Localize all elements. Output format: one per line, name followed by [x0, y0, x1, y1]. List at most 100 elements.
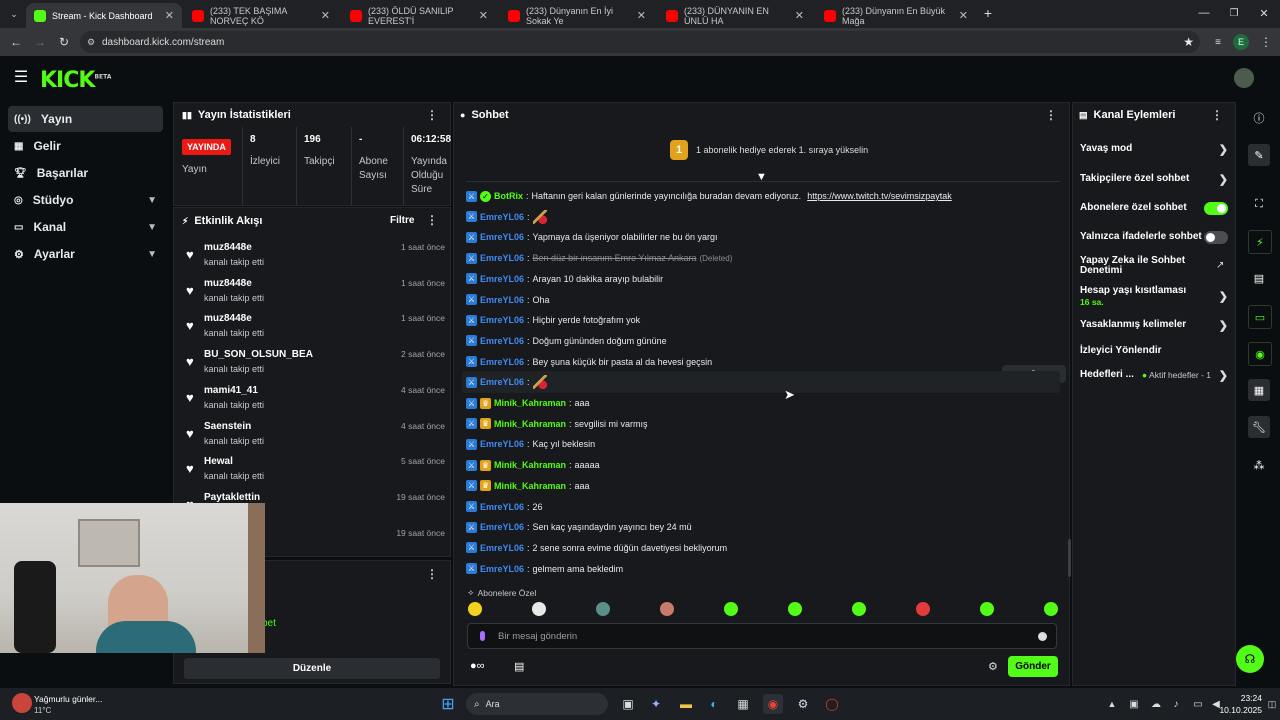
more-options-icon[interactable]: ⋮	[1211, 108, 1223, 122]
chat-settings-icon[interactable]: ⚙	[988, 660, 998, 673]
back-icon[interactable]: ←	[8, 34, 24, 50]
new-tab-icon[interactable]: +	[980, 5, 996, 21]
window-close-icon[interactable]: ✕	[1256, 5, 1272, 21]
send-button[interactable]: Gönder	[1008, 656, 1058, 677]
windows-start-icon[interactable]: ⊞	[438, 694, 458, 714]
activity-feed-item[interactable]: ♥ muz8448e kanalı takip etti 1 saat önce	[180, 242, 445, 276]
account-age-item[interactable]: Hesap yaşı kısıtlaması ❯ 16 sa.	[1080, 285, 1228, 309]
chat-message[interactable]: ⚔ EmreYL06: Yapmaya da üşeniyor olabilirle…	[466, 229, 718, 245]
tab-youtube-5[interactable]: (233) Dünyanın En Büyük Mağa ✕	[816, 3, 976, 28]
chat-message[interactable]: ⚔ EmreYL06: Hiçbir yerde fotoğrafım yok	[466, 312, 640, 328]
info-icon[interactable]: ⓘ	[1248, 107, 1270, 129]
gift-leaderboard-banner[interactable]: 1 1 abonelik hediye ederek 1. sıraya yük…	[670, 140, 868, 160]
profile-avatar[interactable]: E	[1233, 34, 1249, 50]
chat-username[interactable]: Minik_Kahraman	[494, 419, 566, 429]
reload-icon[interactable]: ↻	[56, 34, 72, 50]
support-headset-icon[interactable]: ☊	[1236, 645, 1264, 673]
maximize-icon[interactable]: ❐	[1226, 5, 1242, 21]
chat-username[interactable]: EmreYL06	[480, 253, 524, 263]
emote-icon[interactable]	[596, 602, 610, 616]
edge-icon[interactable]: ◐	[704, 694, 724, 714]
chat-message[interactable]: ⚔ EmreYL06: Sen kaç yaşındaydın yayıncı be…	[466, 519, 692, 535]
nav-item-basarilar[interactable]: 🏆︎ Başarılar	[8, 160, 163, 186]
chat-input[interactable]: Bir mesaj gönderin	[467, 623, 1057, 649]
chat-message[interactable]: ⚔ EmreYL06: Arayan 10 dakika arayıp bulabi…	[466, 271, 663, 287]
chat-username[interactable]: EmreYL06	[480, 357, 524, 367]
close-icon[interactable]: ✕	[637, 9, 646, 22]
activity-feed-item[interactable]: ♥ Hewal kanalı takip etti 5 saat önce	[180, 456, 445, 490]
media-controls-icon[interactable]: ≡	[1210, 34, 1226, 50]
site-info-icon[interactable]: ⚙	[80, 37, 102, 48]
taskbar-search[interactable]: ⌕ Ara	[466, 693, 608, 715]
chat-username[interactable]: EmreYL06	[480, 377, 524, 387]
chat-username[interactable]: EmreYL06	[480, 336, 524, 346]
chat-message[interactable]: ⚔ EmreYL06:2 sene sonra evime düğün davet…	[466, 540, 727, 556]
chat-message[interactable]: ⚔ ♛ Minik_Kahraman: aaaaa	[466, 457, 600, 473]
emote-icon[interactable]	[724, 602, 738, 616]
chat-message[interactable]: ⚔ ♛ Minik_Kahraman: aaa	[466, 478, 590, 494]
activity-feed-item[interactable]: ♥ Saenstein kanalı takip etti 4 saat önce	[180, 421, 445, 455]
more-options-icon[interactable]: ⋮	[426, 213, 438, 227]
chat-username[interactable]: EmreYL06	[480, 439, 524, 449]
hamburger-menu-icon[interactable]: ☰	[12, 68, 30, 86]
broadcast-icon[interactable]: ◉	[1248, 342, 1272, 366]
emote-icon[interactable]	[980, 602, 994, 616]
tab-kick-dashboard[interactable]: Stream - Kick Dashboard ✕	[26, 3, 182, 28]
chat-message[interactable]: ⚔ EmreYL06: Kaç yıl beklesin	[466, 436, 595, 452]
chat-icon[interactable]: ▭	[1248, 305, 1272, 329]
emotes-only-toggle[interactable]	[1204, 231, 1228, 244]
steam-icon[interactable]: ⚙	[793, 694, 813, 714]
chat-link[interactable]: https://www.twitch.tv/sevimsizpaytak	[807, 191, 952, 201]
clock-date[interactable]: 10.10.2025	[1214, 705, 1262, 715]
tray-overflow-icon[interactable]: ▲	[1102, 694, 1122, 714]
nav-item-gelir[interactable]: ▦ Gelir	[8, 133, 163, 159]
wrench-icon[interactable]: 🔧︎	[1248, 416, 1270, 438]
chat-username[interactable]: Minik_Kahraman	[494, 481, 566, 491]
nav-item-ayarlar[interactable]: ⚙ Ayarlar ▼	[8, 241, 163, 267]
more-options-icon[interactable]: ⋮	[1045, 108, 1057, 122]
viewer-redirect-item[interactable]: İzleyici Yönlendir	[1080, 345, 1228, 359]
close-icon[interactable]: ✕	[479, 9, 488, 22]
forward-icon[interactable]: →	[32, 34, 48, 50]
chat-message[interactable]: ⚔ EmreYL06:	[466, 209, 547, 225]
bookmark-star-icon[interactable]: ★	[1183, 35, 1194, 49]
tab-search-icon[interactable]: ⌄	[6, 6, 22, 22]
panel-icon[interactable]: ▦	[1248, 379, 1270, 401]
opera-icon[interactable]: ◯	[822, 694, 842, 714]
kick-logo[interactable]: KICKBETA	[40, 68, 111, 93]
filter-button[interactable]: Filtre	[390, 215, 414, 226]
nav-item-kanal[interactable]: ▭ Kanal ▼	[8, 214, 163, 240]
chat-username[interactable]: EmreYL06	[480, 274, 524, 284]
tab-youtube-1[interactable]: (233) TEK BAŞIMA NORVEÇ KÖ ✕	[184, 3, 338, 28]
drag-dots-icon[interactable]: ⁂	[1248, 454, 1270, 476]
activity-feed-item[interactable]: ♥ muz8448e kanalı takip etti 1 saat önce	[180, 278, 445, 312]
banned-words-item[interactable]: Yasaklanmış kelimeler ❯	[1080, 319, 1228, 333]
chrome-icon[interactable]: ◉	[763, 694, 783, 714]
emote-icon[interactable]	[468, 602, 482, 616]
emote-icon[interactable]	[788, 602, 802, 616]
nav-item-studyo[interactable]: ◎ Stüdyo ▼	[8, 187, 163, 213]
chat-message[interactable]: ⚔ EmreYL06: Ben düz bir insanım Emre Yılma…	[466, 250, 732, 266]
emote-icon[interactable]	[532, 602, 546, 616]
activity-feed-item[interactable]: ♥ mami41_41 kanalı takip etti 4 saat önce	[180, 385, 445, 419]
tab-youtube-2[interactable]: (233) ÖLDÜ SANILIP EVEREST'İ ✕	[342, 3, 496, 28]
slow-mode-item[interactable]: Yavaş mod ❯	[1080, 143, 1228, 157]
close-icon[interactable]: ✕	[165, 9, 174, 22]
chat-message[interactable]: ⚔ EmreYL06:	[466, 374, 547, 390]
fullscreen-icon[interactable]: ⛶	[1248, 193, 1270, 215]
followers-only-item[interactable]: Takipçilere özel sohbet ❯	[1080, 173, 1228, 187]
pencil-icon[interactable]: ✎	[1248, 144, 1270, 166]
chat-username[interactable]: BotRix	[494, 191, 523, 201]
chat-message[interactable]: ⚔ EmreYL06: Oha	[466, 292, 550, 308]
chat-username[interactable]: Minik_Kahraman	[494, 460, 566, 470]
tab-youtube-3[interactable]: (233) Dünyanın En İyi Sokak Ye ✕	[500, 3, 654, 28]
minimize-icon[interactable]: —	[1196, 5, 1212, 21]
chat-username[interactable]: Minik_Kahraman	[494, 398, 566, 408]
mic-icon[interactable]	[480, 631, 485, 641]
user-avatar[interactable]	[1234, 68, 1254, 88]
chat-username[interactable]: EmreYL06	[480, 232, 524, 242]
chat-username[interactable]: EmreYL06	[480, 543, 524, 553]
chat-username[interactable]: EmreYL06	[480, 315, 524, 325]
store-icon[interactable]: ▦	[733, 694, 753, 714]
chat-message[interactable]: ⚔ EmreYL06: gelmem ama bekledim	[466, 561, 623, 577]
